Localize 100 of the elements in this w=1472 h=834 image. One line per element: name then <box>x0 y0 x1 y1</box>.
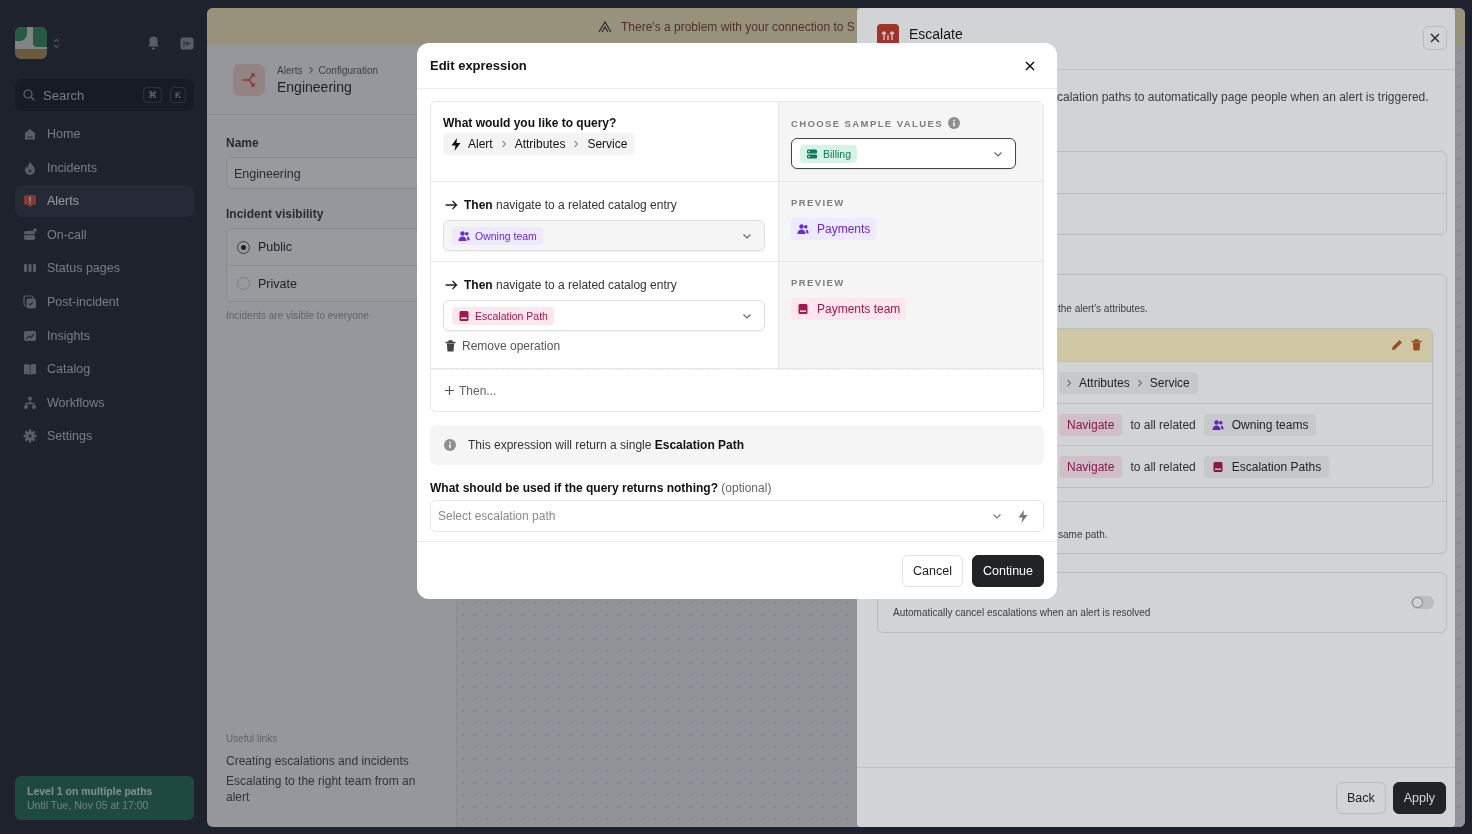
operation-tag: Navigate <box>1059 455 1123 478</box>
step-text: Then navigate to a related catalog entry <box>464 198 677 212</box>
close-button[interactable] <box>1423 26 1447 50</box>
alert-icon <box>23 194 37 209</box>
people-icon <box>797 223 809 235</box>
continue-button[interactable]: Continue <box>971 554 1044 587</box>
nav-label: Post-incident <box>47 294 120 309</box>
sample-select[interactable]: Billing <box>791 138 1016 169</box>
sheet-description: calation paths to automatically page people when an alert is triggered. <box>1057 90 1429 104</box>
path-label: Attributes <box>514 137 566 151</box>
close-icon <box>1025 60 1035 71</box>
apply-button[interactable]: Apply <box>1392 781 1446 814</box>
setting-description: Automatically cancel escalations when an alert is resolved <box>893 607 1151 618</box>
info-icon <box>444 439 456 451</box>
query-question: What would you like to query? <box>443 116 618 130</box>
query-path[interactable]: Alert Attributes Service <box>443 133 636 155</box>
field-label: Incident visibility <box>226 207 325 221</box>
chip-label: Payments <box>817 222 871 236</box>
add-step-button[interactable]: Then... <box>445 383 497 398</box>
shortcut-key: K <box>170 87 186 103</box>
chip-label: Escalation Path <box>475 309 548 322</box>
page-title: Engineering <box>277 78 353 95</box>
nav-label: Workflows <box>47 395 105 410</box>
breadcrumb-link[interactable]: Alerts <box>277 64 303 76</box>
fallback-select[interactable]: Select escalation path <box>430 500 1044 532</box>
catalog-select[interactable]: Escalation Path <box>443 300 765 331</box>
field-label: What should be used if the query returns nothing? (optional) <box>430 481 773 495</box>
section-note: same path. <box>1058 529 1108 540</box>
book-icon <box>23 362 37 377</box>
radio-label: Public <box>258 240 293 254</box>
banner-message: There's a problem with your connection to S <box>621 19 855 34</box>
bell-icon[interactable] <box>147 36 160 50</box>
flow-icon <box>23 395 37 410</box>
server-icon <box>806 147 818 160</box>
cancel-button[interactable]: Cancel <box>902 554 963 587</box>
collapse-sidebar-icon[interactable] <box>180 36 194 50</box>
remove-operation-button[interactable]: Remove operation <box>443 339 563 353</box>
nav-item[interactable]: Home <box>15 118 194 150</box>
help-link[interactable]: Creating escalations and incidents <box>226 753 456 769</box>
on-call-card[interactable]: Level 1 on multiple paths Until Tue, Nov 05 at 17:00 <box>15 776 194 820</box>
arrow-right-icon <box>445 200 458 210</box>
target-label: Owning teams <box>1231 417 1309 432</box>
path-label: Service <box>587 137 628 151</box>
nav-item[interactable]: Insights <box>15 319 194 352</box>
nav-label: Alerts <box>47 194 79 209</box>
checklist-icon <box>23 294 37 309</box>
operation-text: to all related <box>1130 459 1196 474</box>
nav-item[interactable]: Status pages <box>15 252 194 285</box>
book-icon <box>1211 460 1224 473</box>
book-icon <box>797 303 809 315</box>
pager-icon <box>23 227 37 242</box>
nav-label: Incidents <box>47 160 98 175</box>
breadcrumb-link[interactable]: Configuration <box>318 64 379 76</box>
search-icon <box>23 89 35 101</box>
sheet-title: Escalate <box>909 26 963 42</box>
nav-item[interactable]: Post-incident <box>15 285 194 318</box>
path-label: Alert <box>468 137 493 151</box>
step-text: Then navigate to a related catalog entry <box>464 278 677 292</box>
section-label: PREVIEW <box>791 277 846 288</box>
nav-label: Home <box>47 127 81 141</box>
target-label: Escalation Paths <box>1231 459 1322 474</box>
flame-icon <box>23 160 37 175</box>
nav-item[interactable]: On-call <box>15 218 194 251</box>
nav-item[interactable]: Workflows <box>15 386 194 419</box>
close-icon <box>1430 33 1440 43</box>
help-link[interactable]: Escalating to the right team from an alert <box>226 773 456 805</box>
nav-item[interactable]: Alerts <box>15 185 194 218</box>
book-icon <box>458 309 470 322</box>
search-field[interactable]: Search ⌘ K <box>15 79 194 111</box>
chevron-down-icon <box>992 511 1002 521</box>
toggle-switch[interactable] <box>1411 596 1434 609</box>
field-label: Name <box>226 136 260 150</box>
chip-label: Owning team <box>475 229 537 242</box>
dialog-title: Edit expression <box>430 58 527 73</box>
chevron-icon <box>572 140 581 148</box>
radio-button[interactable] <box>237 240 250 254</box>
logo-icon[interactable] <box>15 27 47 59</box>
path-label: Attributes <box>1079 375 1130 390</box>
nav-label: Insights <box>47 328 91 343</box>
pencil-icon <box>1391 339 1403 351</box>
signal-icon <box>598 20 612 33</box>
people-icon <box>1211 418 1224 431</box>
plus-icon <box>445 386 454 395</box>
catalog-select[interactable]: Owning team <box>443 220 765 251</box>
chip-label: Billing <box>823 147 851 160</box>
nav-item[interactable]: Incidents <box>15 151 194 184</box>
nav-item[interactable]: Catalog <box>15 353 194 386</box>
chart-icon <box>23 328 37 343</box>
info-message: This expression will return a single Escalation Path <box>468 438 745 452</box>
info-icon <box>947 117 960 129</box>
search-placeholder: Search <box>43 87 85 103</box>
back-button[interactable]: Back <box>1335 781 1386 814</box>
arrow-right-icon <box>445 280 458 290</box>
on-call-title: Level 1 on multiple paths <box>27 785 154 797</box>
section-label: PREVIEW <box>791 197 846 208</box>
chevron-icon <box>306 66 315 74</box>
nav-item[interactable]: Settings <box>15 420 194 453</box>
switcher-icon[interactable] <box>53 37 60 49</box>
nav-label: Catalog <box>47 362 91 377</box>
on-call-subtitle: Until Tue, Nov 05 at 17:00 <box>27 799 150 811</box>
